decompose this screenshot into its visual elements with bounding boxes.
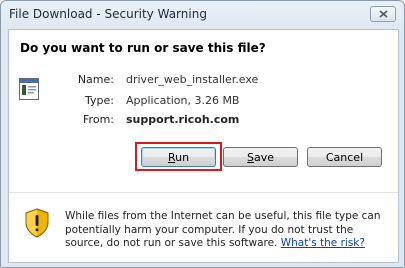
dialog-body: Do you want to run or save this file? Na… bbox=[8, 29, 399, 263]
window-title: File Download - Security Warning bbox=[9, 7, 207, 21]
dialog-question: Do you want to run or save this file? bbox=[20, 41, 266, 55]
cancel-button[interactable]: Cancel bbox=[307, 147, 382, 167]
security-shield-icon bbox=[25, 208, 49, 238]
type-label: Type: bbox=[85, 94, 114, 107]
file-source-value: support.ricoh.com bbox=[126, 113, 240, 126]
save-label: ave bbox=[253, 150, 274, 164]
whats-the-risk-link[interactable]: What's the risk? bbox=[281, 237, 365, 249]
security-warning-text: While files from the Internet can be use… bbox=[65, 210, 393, 251]
executable-file-icon bbox=[19, 78, 39, 100]
file-download-dialog: File Download - Security Warning Do you … bbox=[0, 0, 405, 268]
run-label: un bbox=[175, 150, 190, 164]
close-icon bbox=[379, 10, 388, 18]
title-bar[interactable]: File Download - Security Warning bbox=[1, 1, 404, 29]
close-button[interactable] bbox=[370, 6, 396, 22]
name-label: Name: bbox=[77, 73, 114, 86]
run-button[interactable]: Run bbox=[141, 147, 216, 167]
file-type-value: Application, 3.26 MB bbox=[126, 94, 240, 107]
file-name-value: driver_web_installer.exe bbox=[126, 73, 259, 86]
divider bbox=[9, 192, 398, 193]
from-label: From: bbox=[83, 113, 114, 126]
save-accelerator: S bbox=[246, 150, 254, 164]
save-button[interactable]: Save bbox=[223, 147, 298, 167]
